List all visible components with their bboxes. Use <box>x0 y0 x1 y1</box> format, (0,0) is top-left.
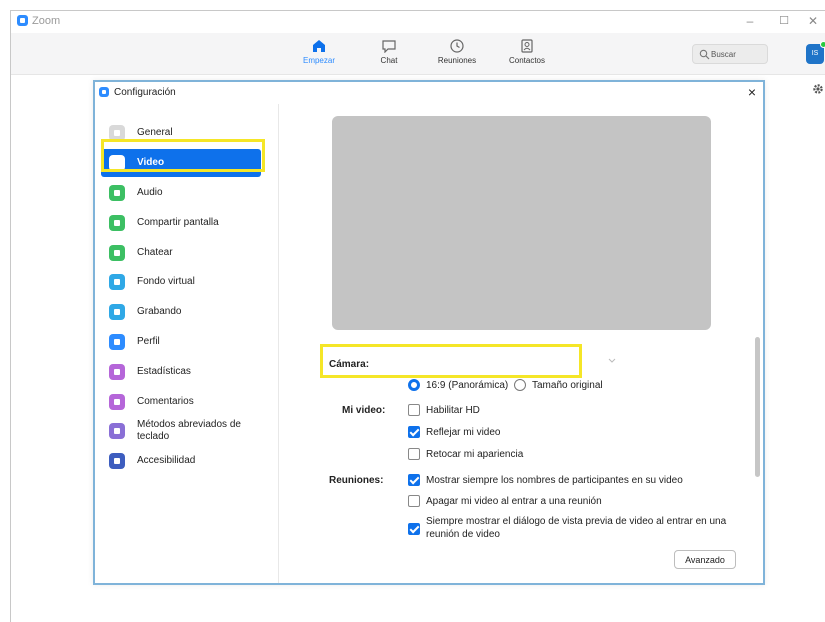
record-icon <box>109 304 125 320</box>
minimize-button[interactable]: – <box>737 12 763 30</box>
virtual-background-icon <box>109 274 125 290</box>
statistics-icon <box>109 364 125 380</box>
sidebar-item-chatear[interactable]: Chatear <box>101 239 261 267</box>
option-label: Reflejar mi video <box>426 427 501 438</box>
video-icon <box>109 155 125 171</box>
sidebar-item-comentarios[interactable]: Comentarios <box>101 388 261 416</box>
sidebar-item-perfil[interactable]: Perfil <box>101 328 261 356</box>
settings-dialog: Configuración × General Video Audio Comp… <box>93 80 765 585</box>
maximize-button[interactable]: ☐ <box>771 12 797 30</box>
top-toolbar: Empezar Chat Reuniones Contactos IS <box>11 33 825 75</box>
zoom-logo-icon <box>99 87 109 97</box>
option-label: Siempre mostrar el diálogo de vista prev… <box>426 516 727 527</box>
sidebar-item-video[interactable]: Video <box>101 149 261 177</box>
share-screen-icon <box>109 215 125 231</box>
camera-select[interactable] <box>406 352 616 372</box>
checkbox-reflejar-video[interactable] <box>408 426 420 438</box>
sidebar-item-label: General <box>137 127 173 138</box>
option-label: Apagar mi video al entrar a una reunión <box>426 496 602 507</box>
keyboard-icon <box>109 423 125 439</box>
close-icon[interactable]: × <box>745 84 759 100</box>
sidebar-item-label: Chatear <box>137 247 173 258</box>
checkbox-retocar-apariencia[interactable] <box>408 448 420 460</box>
sidebar-item-fondo-virtual[interactable]: Fondo virtual <box>101 268 261 296</box>
nav-label: Empezar <box>302 56 335 65</box>
app-title: Zoom <box>32 15 61 27</box>
checkbox-vista-previa[interactable] <box>408 523 420 535</box>
sidebar-item-estadisticas[interactable]: Estadísticas <box>101 358 261 386</box>
search-box[interactable] <box>692 44 768 64</box>
sidebar-item-label: Fondo virtual <box>137 276 195 287</box>
sidebar-item-metodos-abreviados[interactable]: Métodos abreviados de teclado <box>101 417 261 445</box>
radio-widescreen[interactable] <box>408 379 420 391</box>
option-label-line2: reunión de video <box>426 529 500 540</box>
sidebar-item-label: Audio <box>137 187 163 198</box>
dialog-titlebar: Configuración × <box>95 82 763 104</box>
sidebar-item-label: Perfil <box>137 336 160 347</box>
status-badge <box>820 41 825 48</box>
sidebar-item-label: Video <box>137 157 165 168</box>
checkbox-apagar-video[interactable] <box>408 495 420 507</box>
option-label: Habilitar HD <box>426 405 480 416</box>
feedback-icon <box>109 394 125 410</box>
sidebar-item-grabando[interactable]: Grabando <box>101 298 261 326</box>
nav-reuniones[interactable]: Reuniones <box>427 39 487 65</box>
option-label: Mostrar siempre los nombres de participa… <box>426 475 683 486</box>
zoom-logo-icon <box>17 15 28 26</box>
sidebar-item-label: Estadísticas <box>137 366 191 377</box>
search-icon <box>699 49 710 60</box>
contacts-icon <box>521 39 533 53</box>
search-input[interactable] <box>711 46 766 62</box>
advanced-button[interactable]: Avanzado <box>674 550 736 569</box>
radio-original[interactable] <box>514 379 526 391</box>
sidebar-item-label: Accesibilidad <box>137 455 196 466</box>
option-label: Retocar mi apariencia <box>426 449 524 460</box>
avatar[interactable]: IS <box>806 41 825 64</box>
sidebar-item-general[interactable]: General <box>101 119 261 147</box>
nav-label: Contactos <box>508 56 546 65</box>
sidebar-item-audio[interactable]: Audio <box>101 179 261 207</box>
sidebar-item-label: Métodos abreviados de teclado <box>137 419 241 442</box>
home-icon <box>313 40 325 52</box>
sidebar-item-accesibilidad[interactable]: Accesibilidad <box>101 447 261 475</box>
reuniones-label: Reuniones: <box>329 475 384 486</box>
option-label: 16:9 (Panorámica) <box>426 380 509 391</box>
checkbox-mostrar-nombres[interactable] <box>408 474 420 486</box>
chat-icon <box>382 40 396 53</box>
nav-empezar[interactable]: Empezar <box>289 39 349 65</box>
video-preview <box>332 116 711 330</box>
sidebar-item-label: Grabando <box>137 306 182 317</box>
nav-label: Reuniones <box>437 56 477 65</box>
nav-label: Chat <box>380 56 398 65</box>
sidebar-item-label: Compartir pantalla <box>137 217 219 228</box>
gear-icon[interactable] <box>812 83 824 95</box>
close-button[interactable]: ✕ <box>800 12 825 30</box>
mi-video-label: Mi video: <box>342 405 386 416</box>
settings-sidebar: General Video Audio Compartir pantalla C… <box>95 104 279 583</box>
sidebar-item-compartir-pantalla[interactable]: Compartir pantalla <box>101 209 261 237</box>
sidebar-item-label: Comentarios <box>137 396 194 407</box>
general-icon <box>109 125 125 141</box>
accessibility-icon <box>109 453 125 469</box>
nav-chat[interactable]: Chat <box>359 39 419 65</box>
chevron-down-icon <box>608 358 616 363</box>
camera-label: Cámara: <box>329 359 370 370</box>
scrollbar[interactable] <box>755 337 760 477</box>
titlebar: Zoom – ☐ ✕ <box>11 11 825 33</box>
option-label: Tamaño original <box>532 380 603 391</box>
headphones-icon <box>109 185 125 201</box>
clock-icon <box>450 39 464 53</box>
video-settings-panel: Cámara: 16:9 (Panorámica) Tamaño origina… <box>280 104 763 583</box>
avatar-initials: IS <box>811 50 819 57</box>
checkbox-habilitar-hd[interactable] <box>408 404 420 416</box>
chat-bubble-icon <box>109 245 125 261</box>
profile-icon <box>109 334 125 350</box>
dialog-title: Configuración <box>114 87 176 98</box>
nav-contactos[interactable]: Contactos <box>497 39 557 65</box>
